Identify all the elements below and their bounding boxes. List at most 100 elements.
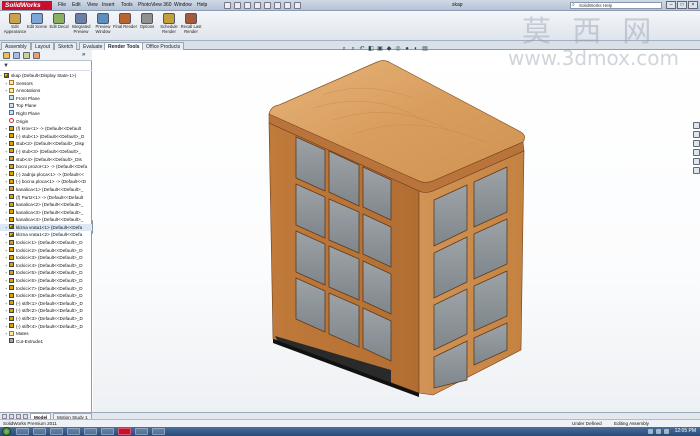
- menu-edit[interactable]: Edit: [72, 1, 81, 10]
- zoom-fit-icon[interactable]: ⌕: [340, 45, 348, 53]
- tree-item[interactable]: + stub<4> (Default<<Default>_Dis: [0, 156, 92, 164]
- tray-volume-icon[interactable]: [656, 429, 661, 434]
- tree-item[interactable]: + Sensors: [0, 80, 92, 88]
- previous-view-icon[interactable]: ↶: [358, 45, 366, 53]
- tree-item[interactable]: + kanalica<1> (Default<<Default>_: [0, 186, 92, 194]
- tree-item[interactable]: + tockici<3> (Default<<Default>_D: [0, 254, 92, 262]
- rebuild-icon[interactable]: [284, 2, 291, 9]
- tool-appearance-button[interactable]: Edit Appearance: [3, 13, 27, 40]
- taskbar-files-icon[interactable]: [101, 428, 114, 435]
- tab-assembly[interactable]: Assembly: [1, 42, 31, 50]
- file-explorer-icon[interactable]: [693, 140, 700, 147]
- section-view-icon[interactable]: ◧: [367, 45, 375, 53]
- feature-tree-icon[interactable]: [3, 52, 10, 59]
- tree-item[interactable]: Origin: [0, 118, 92, 126]
- open-icon[interactable]: [234, 2, 241, 9]
- tree-item[interactable]: + tockici<5> (Default<<Default>_D: [0, 269, 92, 277]
- tree-root[interactable]: − skap (Default<Display State-1>): [0, 72, 92, 80]
- options-icon[interactable]: [294, 2, 301, 9]
- solidworks-logo[interactable]: SolidWorks: [2, 1, 52, 10]
- tree-item[interactable]: + tockici<6> (Default<<Default>_D: [0, 277, 92, 285]
- tree-item[interactable]: + kanalica<2> (Default<<Default>_: [0, 201, 92, 209]
- tool-preview-button[interactable]: Integrated Preview: [69, 13, 93, 40]
- close-icon[interactable]: ×: [688, 1, 698, 9]
- tool-scene-button[interactable]: Edit Scene: [25, 13, 49, 40]
- tree-item[interactable]: Cut-Extrude1: [0, 338, 92, 346]
- expand-panel-icon[interactable]: »: [82, 52, 89, 59]
- taskbar-word-icon[interactable]: [67, 428, 80, 435]
- tree-item[interactable]: + tockici<8> (Default<<Default>_D: [0, 292, 92, 300]
- design-library-icon[interactable]: [693, 131, 700, 138]
- tree-item[interactable]: + Annotations: [0, 87, 92, 95]
- tree-item[interactable]: + kanalica<3> (Default<<Default>_: [0, 209, 92, 217]
- tab-layout[interactable]: Layout: [31, 42, 55, 50]
- apply-scene-icon[interactable]: ◐: [412, 45, 420, 53]
- graphics-area[interactable]: [93, 50, 700, 436]
- tool-render-button[interactable]: Final Render: [113, 13, 137, 40]
- tray-flag-icon[interactable]: [664, 429, 669, 434]
- hide-show-icon[interactable]: ◎: [394, 45, 402, 53]
- taskbar-explorer-icon[interactable]: [16, 428, 29, 435]
- tree-item[interactable]: + (-) stift<1> (Default<<Default>_D: [0, 300, 92, 308]
- select-icon[interactable]: [274, 2, 281, 9]
- taskbar-browser-icon[interactable]: [50, 428, 63, 435]
- undo-icon[interactable]: [264, 2, 271, 9]
- tree-item[interactable]: + klizna vrata1<2> (Default<<Defa: [0, 231, 92, 239]
- tree-item[interactable]: + (-) bocna ploca<1> -> (Default<<D: [0, 178, 92, 186]
- menu-tools[interactable]: Tools: [121, 1, 133, 10]
- tree-item[interactable]: + (-) stift<2> (Default<<Default>_D: [0, 307, 92, 315]
- tree-item[interactable]: + kanalica<4> (Default<<Default>_: [0, 216, 92, 224]
- minimize-icon[interactable]: –: [666, 1, 676, 9]
- menu-file[interactable]: File: [58, 1, 66, 10]
- taskbar-app-icon[interactable]: [135, 428, 148, 435]
- tab-evaluate[interactable]: Evaluate: [79, 42, 107, 50]
- taskbar-chrome-icon[interactable]: [84, 428, 97, 435]
- display-manager-icon[interactable]: [33, 52, 40, 59]
- appearances-icon[interactable]: [693, 158, 700, 165]
- tree-item[interactable]: + tockici<7> (Default<<Default>_D: [0, 285, 92, 293]
- view-palette-icon[interactable]: [693, 149, 700, 156]
- tree-item[interactable]: + tockici<4> (Default<<Default>_D: [0, 262, 92, 270]
- tree-item[interactable]: Front Plane: [0, 95, 92, 103]
- custom-properties-icon[interactable]: [693, 167, 700, 174]
- tree-item[interactable]: + bocni prozor<1> -> (Default<<Defa: [0, 163, 92, 171]
- tree-item[interactable]: + (-) zadnja ploca<1> -> (Default<<: [0, 171, 92, 179]
- tool-preview-window-button[interactable]: Preview Window: [91, 13, 115, 40]
- tree-item[interactable]: + (f) Part2<1> -> (Default<<Default: [0, 194, 92, 202]
- tree-item[interactable]: Top Plane: [0, 102, 92, 110]
- tool-recall-button[interactable]: Recall Last Render: [179, 13, 203, 40]
- view-settings-icon[interactable]: ▤: [421, 45, 429, 53]
- tab-office-products[interactable]: Office Products: [142, 42, 185, 50]
- zoom-area-icon[interactable]: ⌕: [349, 45, 357, 53]
- tool-schedule-button[interactable]: Schedule Render: [157, 13, 181, 40]
- tool-decal-button[interactable]: Edit Decal: [47, 13, 71, 40]
- menu-view[interactable]: View: [87, 1, 98, 10]
- tree-item[interactable]: + (f) krov<1> -> (Default<<Default: [0, 125, 92, 133]
- taskbar-media-icon[interactable]: [33, 428, 46, 435]
- configuration-icon[interactable]: [23, 52, 30, 59]
- edit-appearance-icon[interactable]: ●: [403, 45, 411, 53]
- tree-item[interactable]: + tockici<2> (Default<<Default>_D: [0, 247, 92, 255]
- property-manager-icon[interactable]: [13, 52, 20, 59]
- tree-item[interactable]: + Mates: [0, 330, 92, 338]
- tool-options-button[interactable]: Options: [135, 13, 159, 40]
- tree-item[interactable]: + (-) stift<3> (Default<<Default>_D: [0, 315, 92, 323]
- display-style-icon[interactable]: ◆: [385, 45, 393, 53]
- menu-window[interactable]: Window: [174, 1, 192, 10]
- tree-item[interactable]: + tockici<1> (Default<<Default>_D: [0, 239, 92, 247]
- tree-filter[interactable]: ▼: [0, 62, 92, 71]
- tab-sketch[interactable]: Sketch: [54, 42, 78, 50]
- tree-item[interactable]: + (-) stub<3> (Default<<Default>_: [0, 148, 92, 156]
- taskbar-app2-icon[interactable]: [152, 428, 165, 435]
- tree-item[interactable]: + klizna vrata1<1> (Default<<Defa: [0, 223, 92, 232]
- maximize-icon[interactable]: □: [677, 1, 687, 9]
- tree-item[interactable]: + (-) stift<4> (Default<<Default>_D: [0, 323, 92, 331]
- tree-item[interactable]: + stub<2> (Default<<Default>_Disp: [0, 140, 92, 148]
- menu-help[interactable]: Help: [197, 1, 207, 10]
- save-icon[interactable]: [244, 2, 251, 9]
- taskbar-solidworks-icon[interactable]: [118, 428, 131, 435]
- view-orientation-icon[interactable]: ▣: [376, 45, 384, 53]
- menu-insert[interactable]: Insert: [102, 1, 115, 10]
- start-button-icon[interactable]: [2, 427, 11, 436]
- menu-photoview[interactable]: PhotoView 360: [138, 1, 172, 10]
